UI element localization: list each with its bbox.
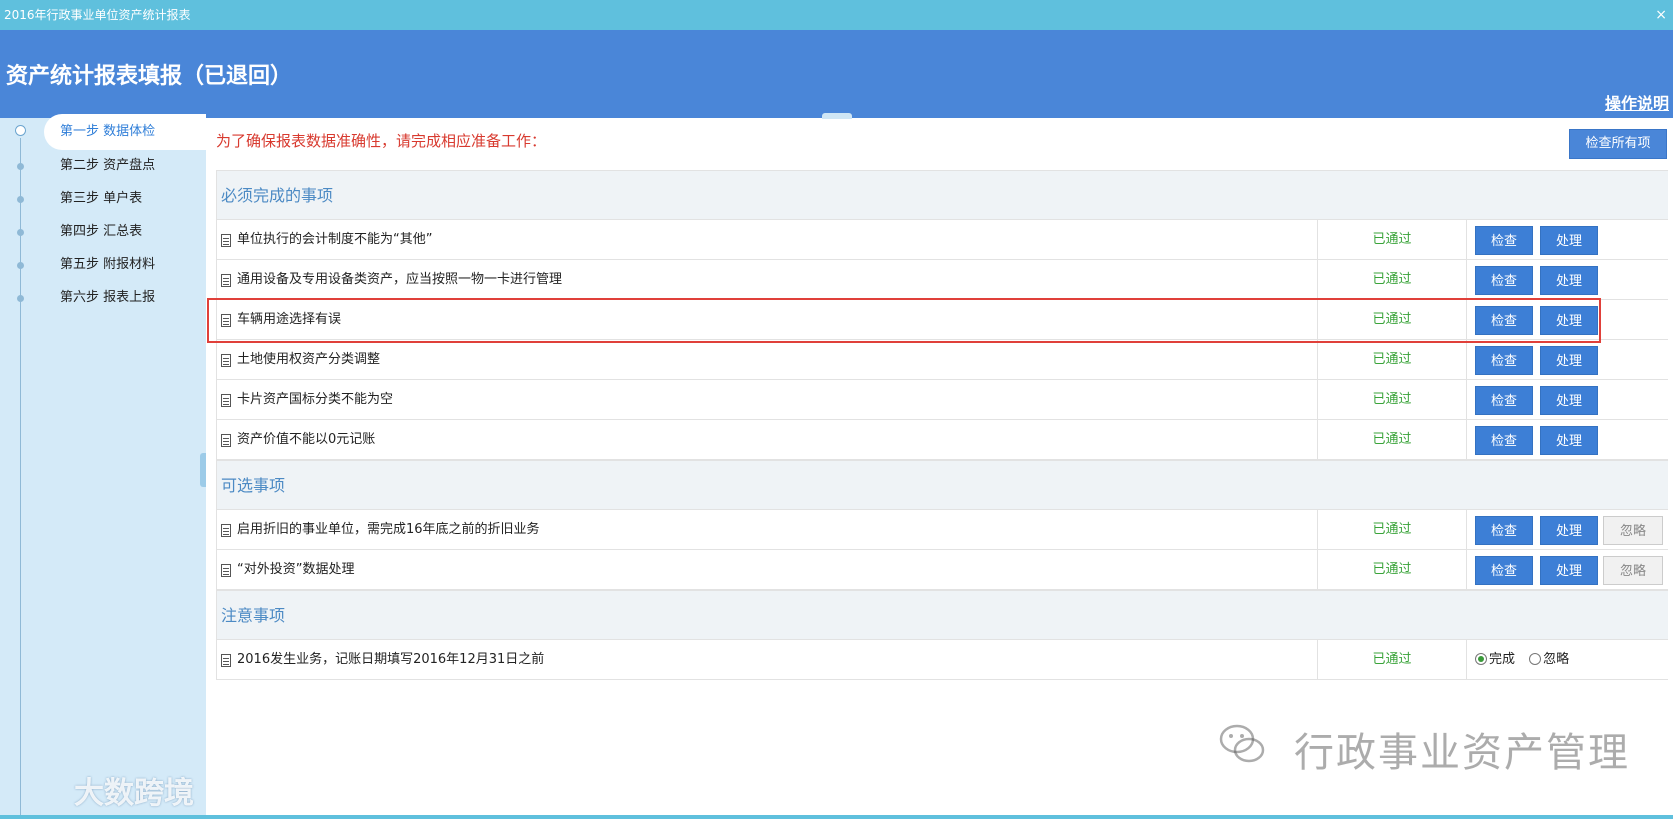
status-badge: 已通过 <box>1317 300 1467 340</box>
handle-button[interactable]: 处理 <box>1540 516 1598 545</box>
row-label: 2016发生业务，记账日期填写2016年12月31日之前 <box>237 652 545 667</box>
handle-button[interactable]: 处理 <box>1540 556 1598 585</box>
skip-radio-label: 忽略 <box>1543 652 1570 667</box>
done-radio[interactable] <box>1475 653 1487 665</box>
table-row: 车辆用途选择有误 已通过 检查 处理 <box>217 300 1668 340</box>
notice-text: 为了确保报表数据准确性，请完成相应准备工作： <box>216 132 547 150</box>
handle-button[interactable]: 处理 <box>1540 226 1598 255</box>
step-dot-icon <box>17 229 24 236</box>
document-icon <box>221 314 231 327</box>
help-link[interactable]: 操作说明 <box>1605 90 1669 114</box>
row-label: “对外投资”数据处理 <box>237 562 355 577</box>
step-dot-icon <box>17 196 24 203</box>
row-label: 通用设备及专用设备类资产，应当按照一物一卡进行管理 <box>237 272 563 287</box>
completion-radio-group: 完成 忽略 <box>1475 640 1579 680</box>
document-icon <box>221 234 231 247</box>
handle-button[interactable]: 处理 <box>1540 306 1598 335</box>
sidebar-step-4[interactable]: 第四步 汇总表 <box>44 214 206 250</box>
status-badge: 已通过 <box>1317 340 1467 380</box>
document-icon <box>221 654 231 667</box>
document-icon <box>221 274 231 287</box>
status-badge: 已通过 <box>1317 260 1467 300</box>
document-icon <box>221 394 231 407</box>
ignore-button[interactable]: 忽略 <box>1603 556 1663 585</box>
row-label: 卡片资产国标分类不能为空 <box>237 392 394 407</box>
document-icon <box>221 524 231 537</box>
sidebar-step-1[interactable]: 第一步 数据体检 <box>44 114 206 150</box>
status-badge: 已通过 <box>1317 640 1467 680</box>
step-dot-icon <box>17 262 24 269</box>
skip-radio[interactable] <box>1529 653 1542 665</box>
table-row: 2016发生业务，记账日期填写2016年12月31日之前 已通过 完成 忽略 <box>217 640 1668 680</box>
row-label: 启用折旧的事业单位，需完成16年底之前的折旧业务 <box>237 522 540 537</box>
step-dot-icon <box>17 295 24 302</box>
sidebar-step-2[interactable]: 第二步 资产盘点 <box>44 148 206 184</box>
done-radio-label: 完成 <box>1489 652 1516 667</box>
checklist-table: 必须完成的事项 单位执行的会计制度不能为“其他” 已通过 检查 处理 通用设备及… <box>216 170 1668 680</box>
check-button[interactable]: 检查 <box>1475 226 1533 255</box>
section-required-title: 必须完成的事项 <box>217 170 1668 220</box>
row-label: 土地使用权资产分类调整 <box>237 352 381 367</box>
bottom-border <box>0 815 1673 819</box>
handle-button[interactable]: 处理 <box>1540 386 1598 415</box>
row-label: 资产价值不能以0元记账 <box>237 432 376 447</box>
check-button[interactable]: 检查 <box>1475 426 1533 455</box>
table-row: “对外投资”数据处理 已通过 检查 处理 忽略 <box>217 550 1668 590</box>
section-optional-title: 可选事项 <box>217 460 1668 510</box>
check-button[interactable]: 检查 <box>1475 516 1533 545</box>
table-row: 通用设备及专用设备类资产，应当按照一物一卡进行管理 已通过 检查 处理 <box>217 260 1668 300</box>
row-label: 单位执行的会计制度不能为“其他” <box>237 232 433 247</box>
document-icon <box>221 434 231 447</box>
sidebar-step-5[interactable]: 第五步 附报材料 <box>44 247 206 283</box>
check-button[interactable]: 检查 <box>1475 346 1533 375</box>
window-titlebar: 2016年行政事业单位资产统计报表 × <box>0 0 1673 30</box>
status-badge: 已通过 <box>1317 420 1467 460</box>
sidebar-step-6[interactable]: 第六步 报表上报 <box>44 280 206 316</box>
window-title: 2016年行政事业单位资产统计报表 <box>4 8 191 22</box>
check-button[interactable]: 检查 <box>1475 306 1533 335</box>
step-sidebar: 第一步 数据体检 第二步 资产盘点 第三步 单户表 第四步 汇总表 第五步 附报… <box>0 114 206 819</box>
status-badge: 已通过 <box>1317 550 1467 590</box>
status-badge: 已通过 <box>1317 510 1467 550</box>
check-button[interactable]: 检查 <box>1475 266 1533 295</box>
close-icon[interactable]: × <box>1655 0 1667 30</box>
check-all-button[interactable]: 检查所有项 <box>1569 129 1667 159</box>
check-button[interactable]: 检查 <box>1475 386 1533 415</box>
document-icon <box>221 564 231 577</box>
check-button[interactable]: 检查 <box>1475 556 1533 585</box>
step-dot-icon <box>17 163 24 170</box>
document-icon <box>221 354 231 367</box>
wechat-watermark-text: 行政事业资产管理 <box>1294 730 1630 776</box>
section-notes-title: 注意事项 <box>217 590 1668 640</box>
row-label: 车辆用途选择有误 <box>237 312 342 327</box>
main-panel: 为了确保报表数据准确性，请完成相应准备工作： 检查所有项 必须完成的事项 单位执… <box>206 118 1673 819</box>
brand-watermark-text: 大数跨境 <box>74 776 194 811</box>
page-title: 资产统计报表填报（已退回） <box>6 63 293 89</box>
sidebar-step-3[interactable]: 第三步 单户表 <box>44 181 206 217</box>
status-badge: 已通过 <box>1317 220 1467 260</box>
ignore-button[interactable]: 忽略 <box>1603 516 1663 545</box>
wechat-logo-icon <box>1219 724 1265 763</box>
handle-button[interactable]: 处理 <box>1540 346 1598 375</box>
table-row: 土地使用权资产分类调整 已通过 检查 处理 <box>217 340 1668 380</box>
step-rail <box>20 138 21 819</box>
table-row: 卡片资产国标分类不能为空 已通过 检查 处理 <box>217 380 1668 420</box>
table-row: 资产价值不能以0元记账 已通过 检查 处理 <box>217 420 1668 460</box>
status-badge: 已通过 <box>1317 380 1467 420</box>
handle-button[interactable]: 处理 <box>1540 426 1598 455</box>
table-row: 单位执行的会计制度不能为“其他” 已通过 检查 处理 <box>217 220 1668 260</box>
handle-button[interactable]: 处理 <box>1540 266 1598 295</box>
step-dot-current-icon <box>15 125 26 136</box>
page-header: 资产统计报表填报（已退回） 操作说明 <box>0 30 1673 119</box>
table-row: 启用折旧的事业单位，需完成16年底之前的折旧业务 已通过 检查 处理 忽略 <box>217 510 1668 550</box>
